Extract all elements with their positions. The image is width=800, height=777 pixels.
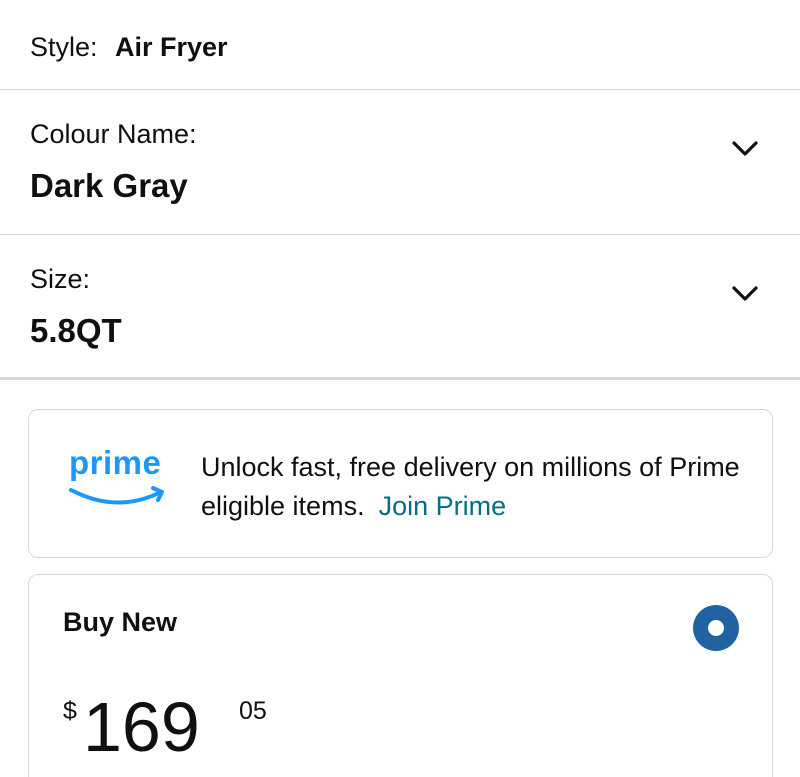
join-prime-link[interactable]: Join Prime (379, 491, 507, 521)
chevron-down-icon[interactable] (730, 137, 760, 161)
prime-logo-text: prime (69, 444, 162, 481)
prime-logo: prime (69, 444, 169, 510)
size-value: 5.8QT (30, 312, 122, 349)
price-whole: 169 (83, 688, 200, 766)
style-label: Style: (30, 32, 98, 62)
style-row: Style: Air Fryer (0, 0, 800, 90)
price-fraction: 05 (239, 697, 267, 725)
chevron-down-icon[interactable] (730, 282, 760, 306)
colour-value: Dark Gray (30, 167, 188, 204)
prime-smile-icon (69, 486, 164, 505)
size-selector[interactable]: Size: 5.8QT (0, 236, 800, 380)
radio-selected-dot (708, 620, 724, 636)
prime-message: Unlock fast, free delivery on millions o… (201, 448, 761, 526)
buy-new-radio[interactable] (693, 605, 739, 651)
prime-banner: prime Unlock fast, free delivery on mill… (28, 409, 773, 558)
colour-selector[interactable]: Colour Name: Dark Gray (0, 91, 800, 235)
colour-label: Colour Name: (30, 119, 197, 149)
product-options-page: Style: Air Fryer Colour Name: Dark Gray … (0, 0, 800, 777)
price-symbol: $ (63, 697, 77, 725)
buy-new-card[interactable]: Buy New $ 169 05 (28, 574, 773, 777)
buy-new-title: Buy New (63, 607, 178, 637)
style-value: Air Fryer (115, 32, 228, 62)
size-label: Size: (30, 264, 91, 294)
